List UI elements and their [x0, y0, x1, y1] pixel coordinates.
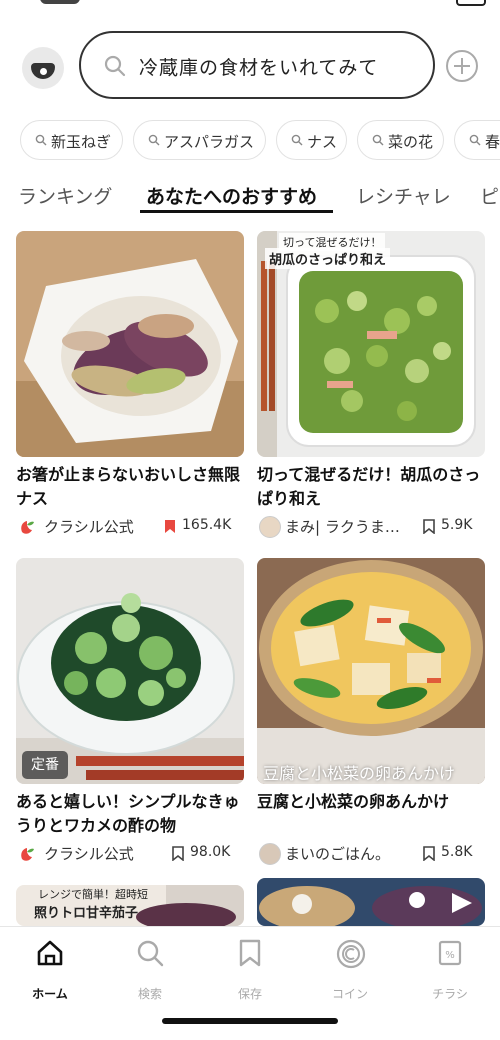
image-caption: 豆腐と小松菜の卵あんかけ [263, 764, 456, 783]
home-icon [37, 940, 63, 966]
chip-haru[interactable]: 春 [454, 120, 500, 160]
coin-icon [336, 939, 366, 969]
recipe-meta: まいのごはん。 5.8K [257, 842, 485, 865]
svg-text:%: % [445, 950, 455, 961]
active-tab-indicator [140, 210, 333, 213]
chip-asparagus[interactable]: アスパラガス [133, 120, 266, 160]
chip-shin-tamanegi[interactable]: 新玉ねぎ [20, 120, 123, 160]
recipe-image-eggplant [16, 231, 244, 457]
chip-label: ナス [307, 133, 338, 151]
ingredient-chips: 新玉ねぎ アスパラガス ナス 菜の花 春 [0, 120, 500, 164]
flyer-icon: % [438, 940, 462, 966]
kurashiru-logo-icon [21, 848, 34, 861]
bookmark-icon [423, 519, 435, 534]
save-count: 5.9K [441, 517, 473, 533]
chip-label: 菜の花 [388, 133, 434, 151]
user-avatar [259, 516, 281, 538]
chip-label: アスパラガス [164, 133, 255, 151]
search-icon [148, 134, 160, 146]
nav-search[interactable]: 検索 [110, 939, 190, 1003]
save-count: 165.4K [182, 517, 232, 533]
status-bar [0, 0, 500, 14]
search-icon [104, 55, 126, 77]
home-indicator [162, 1018, 338, 1024]
search-icon [137, 940, 164, 967]
bookmark-icon [239, 939, 261, 967]
search-icon [291, 134, 303, 146]
nav-label: 検索 [137, 987, 162, 1001]
chip-nasu[interactable]: ナス [276, 120, 347, 160]
recipe-meta: まみ| ラクうま… 5.9K [257, 515, 485, 538]
add-plus-icon[interactable] [445, 49, 479, 83]
tab-ranking[interactable]: ランキング [18, 182, 112, 209]
bookmark-icon [165, 520, 175, 533]
recipe-source: まいのごはん。 [285, 845, 391, 863]
tab-recommended[interactable]: あなたへのおすすめ [146, 182, 317, 209]
bookmark-icon [423, 846, 435, 861]
chip-nanohana[interactable]: 菜の花 [357, 120, 444, 160]
tab-recichalle[interactable]: レシチャレ [356, 182, 451, 209]
user-avatar[interactable] [22, 47, 64, 89]
recipe-source: クラシル公式 [44, 845, 134, 863]
image-caption: 照りトロ甘辛茄子 [34, 906, 139, 921]
nav-label: ホーム [32, 987, 68, 1001]
save-count: 98.0K [190, 844, 231, 860]
chip-label: 春 [485, 133, 500, 151]
recipe-image-tofu [257, 558, 485, 784]
nav-label: 保存 [237, 987, 262, 1001]
teiban-badge: 定番 [22, 751, 68, 779]
recipe-title: 切って混ぜるだけ！胡瓜のさっぱり和え [257, 465, 481, 508]
tab-more[interactable]: ピ [480, 182, 499, 209]
search-placeholder: 冷蔵庫の食材をいれてみて [139, 57, 379, 79]
nav-saved[interactable]: 保存 [210, 939, 290, 1003]
recipe-title: お箸が止まらないおいしさ無限ナス [16, 465, 241, 508]
recipe-image-salad [257, 878, 485, 926]
recipe-title: 豆腐と小松菜の卵あんかけ [257, 792, 450, 811]
bookmark-icon [172, 846, 184, 861]
nav-coin[interactable]: コイン [310, 939, 390, 1003]
recipe-meta: クラシル公式 98.0K [16, 842, 244, 864]
search-icon [372, 134, 384, 146]
recipe-source: まみ| ラクうま… [285, 518, 400, 536]
nav-label: コイン [331, 987, 368, 1001]
user-avatar [259, 843, 281, 865]
recipe-source: クラシル公式 [44, 518, 134, 536]
save-count: 5.8K [441, 844, 473, 860]
search-icon [469, 134, 481, 146]
nav-label: チラシ [432, 987, 468, 1001]
nav-flyer[interactable]: % チラシ [410, 939, 490, 1003]
recipe-title: あると嬉しい！シンプルなきゅうりとワカメの酢の物 [16, 792, 240, 835]
recipe-meta: クラシル公式 165.4K [16, 515, 244, 537]
search-icon [35, 134, 47, 146]
kurashiru-logo-icon [21, 521, 34, 534]
chip-label: 新玉ねぎ [51, 133, 112, 151]
image-caption: 胡瓜のさっぱり和え [265, 248, 391, 269]
nav-home[interactable]: ホーム [10, 939, 90, 1003]
search-bar[interactable]: 冷蔵庫の食材をいれてみて [79, 31, 435, 99]
